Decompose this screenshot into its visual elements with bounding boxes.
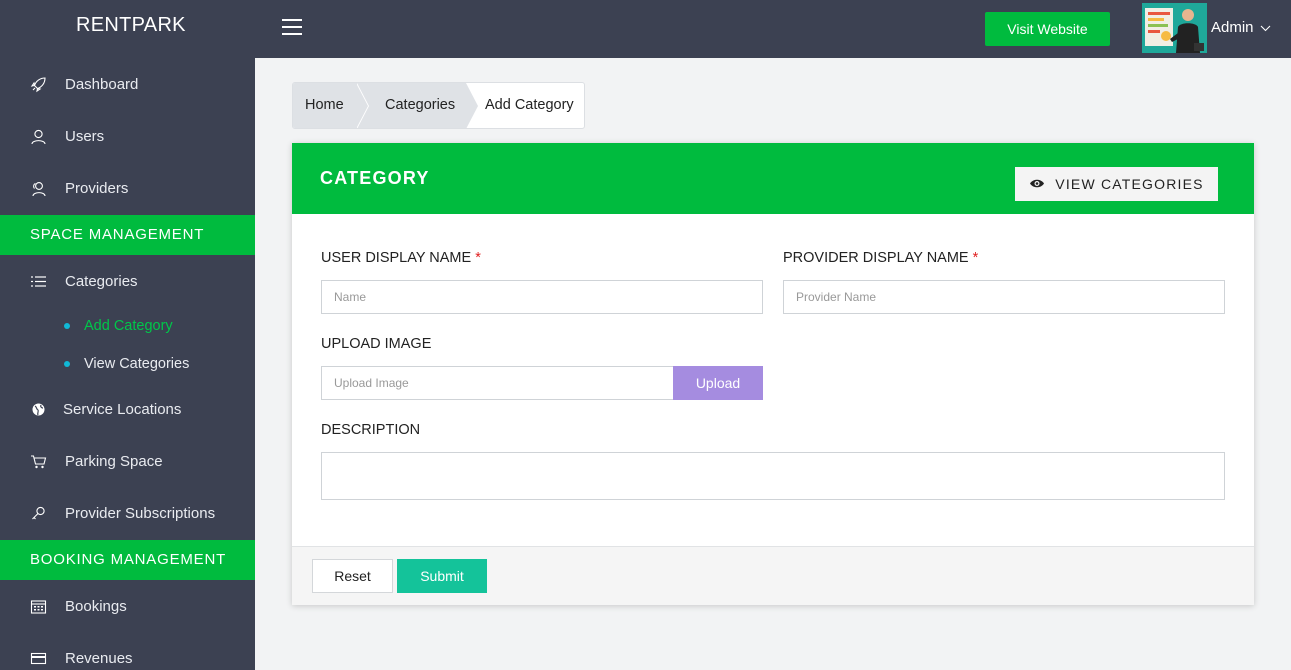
sidebar-item-users[interactable]: Users (0, 116, 255, 156)
sidebar-item-label: Categories (65, 272, 138, 290)
breadcrumb-label: Add Category (485, 97, 574, 113)
admin-label: Admin (1211, 19, 1254, 36)
sidebar-item-revenues[interactable]: Revenues (0, 638, 255, 670)
calendar-icon (29, 597, 47, 615)
upload-image-input[interactable] (321, 366, 674, 400)
card-header: CATEGORY VIEW CATEGORIES (292, 143, 1254, 214)
globe-icon (29, 400, 47, 418)
bullet-icon (64, 323, 70, 329)
breadcrumb-label: Categories (385, 97, 456, 113)
submit-button[interactable]: Submit (397, 559, 487, 593)
sidebar-item-label: Dashboard (65, 75, 139, 93)
sidebar-item-label: Users (65, 127, 105, 145)
avatar[interactable] (1142, 3, 1207, 53)
brand-logo[interactable]: RENTPARK (0, 0, 255, 58)
breadcrumb-categories[interactable]: Categories (356, 83, 479, 128)
section-booking-management: BOOKING MANAGEMENT (0, 540, 255, 580)
reset-button[interactable]: Reset (312, 559, 393, 593)
user-icon (29, 127, 47, 145)
description-label: DESCRIPTION (321, 422, 421, 438)
sidebar-item-label: Parking Space (65, 452, 163, 470)
list-icon (29, 272, 47, 290)
provider-display-name-label: PROVIDER DISPLAY NAME * (783, 250, 978, 266)
user-display-name-input[interactable] (321, 280, 763, 314)
eye-icon (1029, 176, 1045, 192)
sidebar-item-label: Service Locations (63, 400, 182, 418)
section-space-management: SPACE MANAGEMENT (0, 215, 255, 255)
sidebar-subitem-view-categories[interactable]: View Categories (0, 350, 255, 378)
cart-icon (29, 452, 47, 470)
sidebar-item-provider-subscriptions[interactable]: Provider Subscriptions (0, 493, 255, 533)
sidebar-item-service-locations[interactable]: Service Locations (0, 389, 255, 429)
breadcrumb-home[interactable]: Home (293, 83, 369, 128)
sidebar-item-label: Provider Subscriptions (65, 504, 216, 522)
breadcrumb-add-category: Add Category (466, 83, 584, 128)
description-textarea[interactable] (321, 452, 1225, 500)
sidebar-item-dashboard[interactable]: Dashboard (0, 64, 255, 104)
chevron-down-icon (1260, 19, 1271, 36)
card-title: CATEGORY (320, 168, 430, 188)
category-form-card: CATEGORY VIEW CATEGORIES USER DISPLAY NA… (292, 143, 1254, 605)
rocket-icon (29, 75, 47, 93)
sidebar-subitem-label: Add Category (84, 318, 173, 334)
credit-card-icon (29, 649, 47, 667)
sidebar-item-providers[interactable]: Providers (0, 168, 255, 208)
sidebar-item-parking-space[interactable]: Parking Space (0, 441, 255, 481)
breadcrumb-label: Home (305, 97, 344, 113)
bullet-icon (64, 361, 70, 367)
view-categories-label: VIEW CATEGORIES (1055, 176, 1204, 192)
card-footer: Reset Submit (292, 546, 1254, 605)
top-bar: Visit Website Admin (255, 0, 1291, 58)
sidebar-item-bookings[interactable]: Bookings (0, 586, 255, 626)
sidebar-item-label: Bookings (65, 597, 127, 615)
required-mark: * (475, 250, 481, 266)
upload-button[interactable]: Upload (673, 366, 763, 400)
users-icon (29, 179, 47, 197)
visit-website-button[interactable]: Visit Website (985, 12, 1110, 46)
required-mark: * (972, 250, 979, 266)
sidebar-item-label: Revenues (65, 649, 133, 667)
label-text: PROVIDER DISPLAY NAME (783, 250, 969, 266)
sidebar-item-label: Providers (65, 179, 129, 197)
sidebar-subitem-label: View Categories (84, 356, 190, 372)
label-text: USER DISPLAY NAME (321, 250, 472, 266)
sidebar-subitem-add-category[interactable]: Add Category (0, 312, 255, 340)
user-display-name-label: USER DISPLAY NAME * (321, 250, 481, 266)
sidebar-item-categories[interactable]: Categories (0, 261, 255, 301)
provider-display-name-input[interactable] (783, 280, 1225, 314)
upload-image-label: UPLOAD IMAGE (321, 336, 432, 352)
menu-toggle-icon[interactable] (282, 19, 302, 37)
view-categories-button[interactable]: VIEW CATEGORIES (1015, 167, 1218, 201)
key-icon (29, 504, 47, 522)
admin-menu[interactable]: Admin (1211, 19, 1271, 36)
sidebar: RENTPARK Dashboard Users Providers SPACE… (0, 0, 255, 670)
breadcrumb: Home Categories Add Category (292, 82, 585, 129)
